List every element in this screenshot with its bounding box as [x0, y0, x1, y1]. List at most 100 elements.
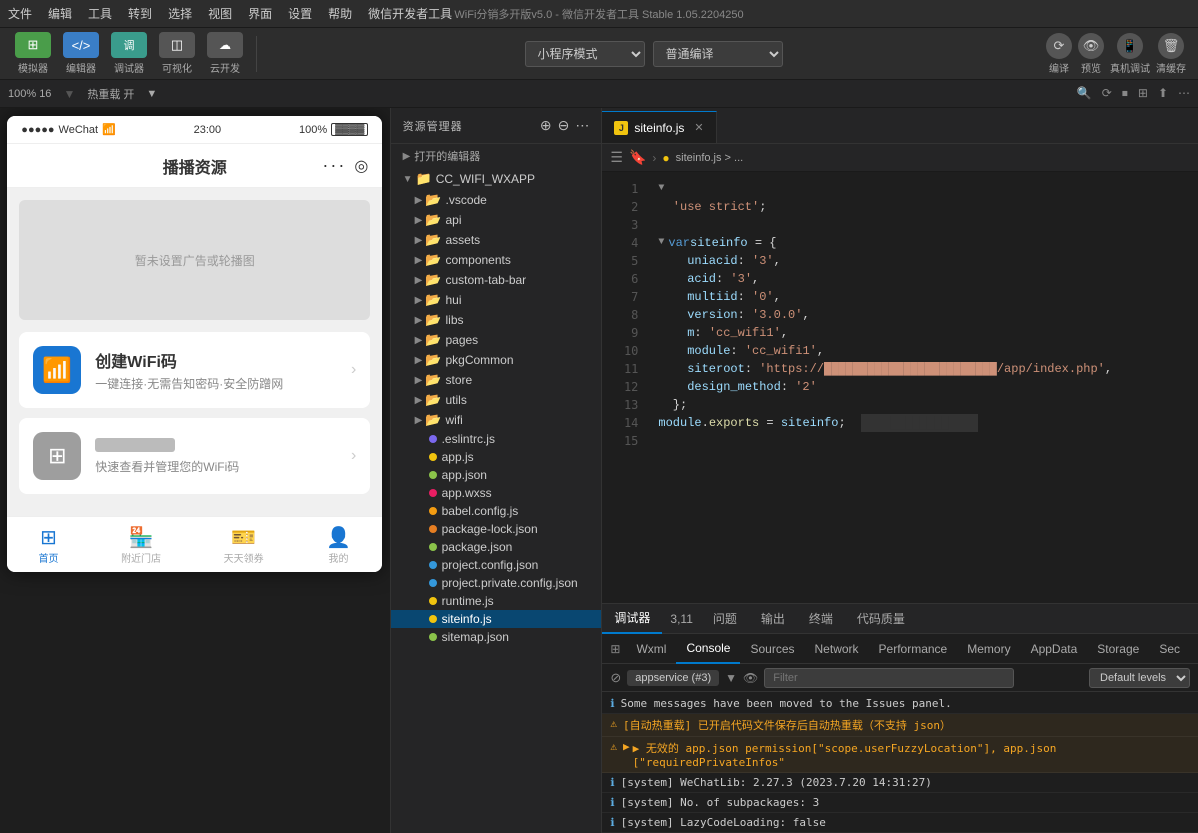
- menu-select[interactable]: 选择: [168, 5, 192, 22]
- menu-goto[interactable]: 转到: [128, 5, 152, 22]
- file-appjson[interactable]: app.json: [391, 466, 602, 484]
- devtab-performance[interactable]: Performance: [869, 634, 958, 664]
- nav-coupon[interactable]: 🎫 天天领券: [224, 525, 264, 565]
- compile-btn[interactable]: ⟳ 编译: [1046, 33, 1072, 75]
- format-icon[interactable]: ⊞: [1138, 86, 1148, 101]
- folder-libs[interactable]: ▶ 📂 libs: [391, 310, 602, 330]
- menu-tools[interactable]: 工具: [88, 5, 112, 22]
- folder-vscode[interactable]: ▶ 📂 .vscode: [391, 190, 602, 210]
- opened-editors-section[interactable]: ▶ 打开的编辑器: [391, 144, 602, 168]
- nav-mine[interactable]: 👤 我的: [326, 525, 351, 565]
- file-siteinfo[interactable]: siteinfo.js: [391, 610, 602, 628]
- bookmark-icon[interactable]: 🔖: [629, 149, 646, 166]
- devtools-toggle[interactable]: ⊞: [610, 642, 620, 656]
- upload-icon[interactable]: ⬆: [1158, 86, 1168, 101]
- menu-help[interactable]: 帮助: [328, 5, 352, 22]
- console-level-select[interactable]: Default levels: [1089, 668, 1190, 688]
- folder-custom-tab-bar[interactable]: ▶ 📂 custom-tab-bar: [391, 270, 602, 290]
- file-pkgjson[interactable]: package.json: [391, 538, 602, 556]
- folder-hui[interactable]: ▶ 📂 hui: [391, 290, 602, 310]
- file-pkg-lock[interactable]: package-lock.json: [391, 520, 602, 538]
- hot-reload[interactable]: 热重载 开: [87, 86, 134, 102]
- file-project-private[interactable]: project.private.config.json: [391, 574, 602, 592]
- file-project-config[interactable]: project.config.json: [391, 556, 602, 574]
- console-clear-icon[interactable]: ⊘: [610, 670, 621, 686]
- msg-1: ⚠ [自动热重载] 已开启代码文件保存后自动热重载（不支持 json）: [602, 714, 1198, 737]
- phone-frame: ●●●●● WeChat 📶 23:00 100% ▓▓▓▓ 播播资源 ··· …: [7, 116, 382, 572]
- clear-cache-btn[interactable]: 🗑 清缓存: [1156, 33, 1186, 75]
- code-line-1: ▼: [658, 180, 1186, 198]
- devtab-network[interactable]: Network: [805, 634, 869, 664]
- menu-interface[interactable]: 界面: [248, 5, 272, 22]
- menu-settings[interactable]: 设置: [288, 5, 312, 22]
- menu-file[interactable]: 文件: [8, 5, 32, 22]
- tab-line-col[interactable]: 3,11: [662, 604, 700, 634]
- more-icon[interactable]: ⋯: [1178, 86, 1190, 101]
- devtab-storage[interactable]: Storage: [1087, 634, 1149, 664]
- simulator-btn[interactable]: ⊞ 模拟器: [12, 32, 54, 75]
- code-content[interactable]: ▼ 'use strict'; ▼ var siteinfo = { uniac…: [646, 172, 1198, 603]
- console-service-tag[interactable]: appservice (#3): [627, 670, 719, 686]
- console-dropdown-arrow[interactable]: ▼: [725, 671, 737, 685]
- tab-code-quality[interactable]: 代码质量: [845, 604, 917, 634]
- devtab-memory[interactable]: Memory: [957, 634, 1020, 664]
- file-appjs[interactable]: app.js: [391, 448, 602, 466]
- folder-assets[interactable]: ▶ 📂 assets: [391, 230, 602, 250]
- visual-btn[interactable]: ◫ 可视化: [156, 32, 198, 75]
- project-root[interactable]: ▼ 📁 CC_WIFI_WXAPP: [391, 168, 602, 190]
- tab-issues[interactable]: 问题: [701, 604, 749, 634]
- devtab-sec[interactable]: Sec: [1149, 634, 1190, 664]
- card-arrow-2: ›: [351, 447, 356, 465]
- console-filter-input[interactable]: [764, 668, 1014, 688]
- folder-wifi[interactable]: ▶ 📂 wifi: [391, 410, 602, 430]
- dots-icon[interactable]: ···: [322, 155, 346, 176]
- hot-reload-toggle[interactable]: ▼: [146, 88, 157, 100]
- file-tree: ▶ 打开的编辑器 ▼ 📁 CC_WIFI_WXAPP ▶ 📂 .vscode ▶…: [391, 144, 602, 833]
- real-debug-btn[interactable]: 📱 真机调试: [1110, 33, 1150, 75]
- file-runtime[interactable]: runtime.js: [391, 592, 602, 610]
- cloud-btn[interactable]: ☁ 云开发: [204, 32, 246, 75]
- devtab-console[interactable]: Console: [676, 634, 740, 664]
- search-icon[interactable]: 🔍: [1077, 86, 1092, 101]
- folder-pkgcommon[interactable]: ▶ 📂 pkgCommon: [391, 350, 602, 370]
- file-eslintrc[interactable]: .eslintrc.js: [391, 430, 602, 448]
- card-create-wifi[interactable]: 📶 创建WiFi码 一键连接·无需告知密码·安全防蹭网 ›: [19, 332, 370, 408]
- menu-edit[interactable]: 编辑: [48, 5, 72, 22]
- refresh-icon[interactable]: ⟳: [1102, 86, 1112, 101]
- card-manage-wifi[interactable]: ⊞ 快速查看并管理您的WiFi码 ›: [19, 418, 370, 494]
- debugger-btn[interactable]: 调 调试器: [108, 32, 150, 75]
- tab-terminal[interactable]: 终端: [797, 604, 845, 634]
- more-files-icon[interactable]: ⋯: [575, 117, 589, 134]
- folder-utils[interactable]: ▶ 📂 utils: [391, 390, 602, 410]
- file-sitemap[interactable]: sitemap.json: [391, 628, 602, 646]
- editor-btn[interactable]: </> 编辑器: [60, 32, 102, 75]
- stop-icon[interactable]: ⏹: [1122, 86, 1128, 101]
- nav-home[interactable]: ⊞ 首页: [39, 525, 59, 565]
- tab-close-icon[interactable]: ✕: [694, 121, 703, 134]
- folder-components[interactable]: ▶ 📂 components: [391, 250, 602, 270]
- menu-wechat-tools[interactable]: 微信开发者工具: [368, 5, 452, 22]
- compile-select[interactable]: 普通编译: [653, 41, 783, 67]
- file-babel[interactable]: babel.config.js: [391, 502, 602, 520]
- nav-nearby[interactable]: 🏪 附近门店: [121, 525, 161, 565]
- folder-store[interactable]: ▶ 📂 store: [391, 370, 602, 390]
- preview-btn[interactable]: 👁 预览: [1078, 33, 1104, 75]
- devtab-appdata[interactable]: AppData: [1021, 634, 1088, 664]
- folder-api[interactable]: ▶ 📂 api: [391, 210, 602, 230]
- new-file-icon[interactable]: ⊕: [540, 117, 552, 134]
- tab-output[interactable]: 输出: [749, 604, 797, 634]
- phone-header-title: 播播资源: [163, 154, 227, 178]
- target-icon[interactable]: ◎: [354, 156, 368, 176]
- devtab-sources[interactable]: Sources: [740, 634, 804, 664]
- console-eye-icon[interactable]: 👁: [743, 671, 758, 685]
- file-appwxss[interactable]: app.wxss: [391, 484, 602, 502]
- editor-tab-siteinfo[interactable]: J siteinfo.js ✕: [602, 111, 716, 143]
- tab-debugger[interactable]: 调试器: [602, 604, 662, 634]
- collapse-icon[interactable]: ⊖: [558, 117, 570, 134]
- devtab-wxml[interactable]: Wxml: [626, 634, 676, 664]
- toolbar: ⊞ 模拟器 </> 编辑器 调 调试器 ◫ 可视化 ☁ 云开发 小程序模式 普通…: [0, 28, 1198, 80]
- folder-pages[interactable]: ▶ 📂 pages: [391, 330, 602, 350]
- mode-select[interactable]: 小程序模式: [525, 41, 645, 67]
- hamburger-icon[interactable]: ☰: [610, 149, 623, 166]
- menu-view[interactable]: 视图: [208, 5, 232, 22]
